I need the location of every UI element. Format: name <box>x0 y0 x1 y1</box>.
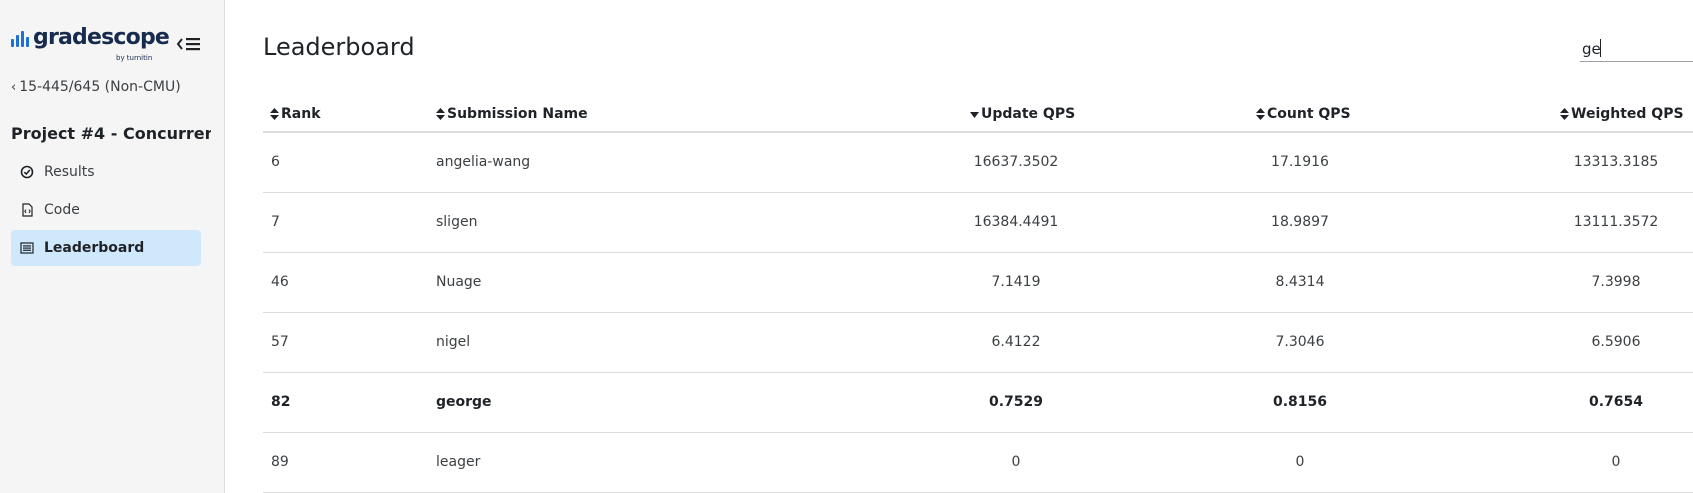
update-qps-cell: 6.4122 <box>991 334 1041 350</box>
update-qps-cell: 16637.3502 <box>973 154 1059 170</box>
page-title: Leaderboard <box>263 33 415 61</box>
submission-name-cell: leager <box>436 454 481 470</box>
sidebar-item-label: Code <box>44 202 80 218</box>
logo-bars-icon <box>11 31 29 47</box>
column-header-count-qps[interactable]: Count QPS <box>1256 106 1351 122</box>
submission-name-cell: nigel <box>436 334 471 350</box>
rank-cell: 6 <box>271 154 280 170</box>
sort-icon <box>1560 108 1569 120</box>
column-header-weighted-qps[interactable]: Weighted QPS <box>1560 106 1684 122</box>
sort-icon <box>270 108 279 120</box>
table-row: 57 nigel 6.4122 7.3046 6.5906 <box>263 313 1693 373</box>
column-header-update-qps[interactable]: Update QPS <box>970 106 1075 122</box>
sidebar-item-label: Results <box>44 164 95 180</box>
gradescope-logo[interactable]: gradescope by turnitin <box>11 25 170 65</box>
table-row: 46 Nuage 7.1419 8.4314 7.3998 <box>263 253 1693 313</box>
rank-cell: 7 <box>271 214 280 230</box>
sidebar-item-label: Leaderboard <box>44 240 145 256</box>
sort-descending-icon <box>970 112 979 118</box>
sort-icon <box>436 108 445 120</box>
check-circle-icon <box>20 165 34 179</box>
update-qps-cell: 7.1419 <box>991 274 1041 290</box>
weighted-qps-cell: 0.7654 <box>1588 394 1644 410</box>
list-icon <box>20 242 34 254</box>
submission-name-cell: Nuage <box>436 274 482 290</box>
sort-icon <box>1256 108 1265 120</box>
table-row: 6 angelia-wang 16637.3502 17.1916 13313.… <box>263 133 1693 193</box>
count-qps-cell: 8.4314 <box>1275 274 1325 290</box>
table-header: Rank Submission Name Update QPS Count QP… <box>263 100 1693 133</box>
submission-name-cell: angelia-wang <box>436 154 531 170</box>
submission-name-cell: george <box>436 394 492 410</box>
chevron-left-icon: ‹ <box>11 80 17 95</box>
sidebar-nav: Results Code Leaderboard <box>11 154 201 268</box>
weighted-qps-cell: 0 <box>1611 454 1621 470</box>
rank-cell: 89 <box>271 454 289 470</box>
sidebar-item-code[interactable]: Code <box>11 192 201 228</box>
rank-cell: 57 <box>271 334 289 350</box>
update-qps-cell: 0.7529 <box>988 394 1044 410</box>
course-name: 15-445/645 (Non-CMU) <box>19 79 181 95</box>
count-qps-cell: 7.3046 <box>1275 334 1325 350</box>
collapse-menu-icon <box>176 38 200 51</box>
assignment-title: Project #4 - Concurren... <box>11 124 211 143</box>
count-qps-cell: 18.9897 <box>1271 214 1329 230</box>
sidebar-item-leaderboard[interactable]: Leaderboard <box>11 230 201 266</box>
code-file-icon <box>22 203 33 217</box>
weighted-qps-cell: 13111.3572 <box>1573 214 1659 230</box>
table-row: 7 sligen 16384.4491 18.9897 13111.3572 <box>263 193 1693 253</box>
table-row-current-user: 82 george 0.7529 0.8156 0.7654 <box>263 373 1693 433</box>
rank-cell: 82 <box>271 394 291 410</box>
logo-byline: by turnitin <box>116 54 153 62</box>
leaderboard-table: Rank Submission Name Update QPS Count QP… <box>263 100 1693 493</box>
collapse-sidebar-button[interactable] <box>176 34 204 54</box>
course-back-link[interactable]: ‹ 15-445/645 (Non-CMU) <box>11 79 181 95</box>
rank-cell: 46 <box>271 274 289 290</box>
column-header-submission-name[interactable]: Submission Name <box>436 106 588 122</box>
table-row: 89 leager 0 0 0 <box>263 433 1693 493</box>
submission-name-cell: sligen <box>436 214 478 230</box>
weighted-qps-cell: 13313.3185 <box>1573 154 1659 170</box>
count-qps-cell: 17.1916 <box>1271 154 1329 170</box>
sidebar: gradescope by turnitin ‹ 15-445/645 (Non-… <box>0 0 225 493</box>
update-qps-cell: 16384.4491 <box>973 214 1059 230</box>
leaderboard-search-input[interactable] <box>1580 36 1693 62</box>
logo-wordmark: gradescope <box>33 25 170 50</box>
update-qps-cell: 0 <box>1011 454 1021 470</box>
weighted-qps-cell: 7.3998 <box>1591 274 1641 290</box>
sidebar-item-results[interactable]: Results <box>11 154 201 190</box>
count-qps-cell: 0 <box>1295 454 1305 470</box>
text-caret <box>1600 39 1601 57</box>
count-qps-cell: 0.8156 <box>1272 394 1328 410</box>
column-header-rank[interactable]: Rank <box>270 106 321 122</box>
weighted-qps-cell: 6.5906 <box>1591 334 1641 350</box>
